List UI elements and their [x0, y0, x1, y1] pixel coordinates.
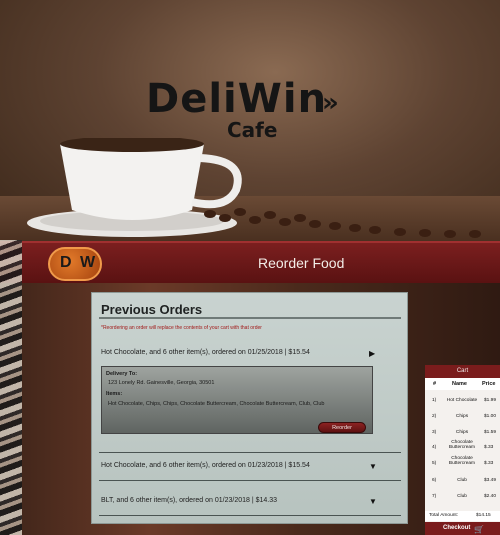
order-summary: Hot Chocolate, and 6 other item(s), orde… — [101, 349, 310, 356]
order-row[interactable]: Hot Chocolate, and 6 other item(s), orde… — [92, 343, 409, 365]
items-list: Hot Chocolate, Chips, Chips, Chocolate B… — [108, 401, 325, 407]
delivery-label: Delivery To: — [106, 371, 138, 377]
cart-item-price: $.33 — [484, 445, 494, 450]
order-detail-box: Delivery To: 123 Lonely Rd. Gainesville,… — [101, 366, 373, 434]
cart-item-name: Chocolate Buttercream — [448, 456, 476, 466]
cart-item[interactable]: 1) Hot Chocolate $1.99 — [425, 393, 500, 409]
cart-column-headers: # Name Price — [425, 378, 500, 390]
delivery-address: 123 Lonely Rd. Gainesville, Georgia, 305… — [108, 380, 215, 386]
cart-item-num: 7) — [432, 494, 437, 499]
cart-item-name: Chips — [455, 430, 469, 435]
col-price: Price — [482, 381, 496, 387]
cart-item-name: Chips — [455, 414, 469, 419]
panel-divider — [99, 317, 401, 319]
coffee-beans-image — [204, 208, 481, 238]
cart-panel: Cart # Name Price 1) Hot Chocolate $1.99… — [425, 365, 500, 535]
cart-icon: 🛒 — [474, 525, 484, 534]
page-title: Reorder Food — [258, 255, 345, 271]
order-row[interactable]: Hot Chocolate, and 6 other item(s), orde… — [92, 456, 409, 478]
cart-item-num: 4) — [432, 445, 437, 450]
collapse-arrow-icon[interactable]: ▼ — [369, 497, 377, 506]
col-name: Name — [452, 381, 467, 387]
items-label: Items: — [106, 391, 123, 397]
cart-item-price: $1.99 — [484, 398, 497, 403]
page-header-bar: D W Reorder Food — [0, 241, 500, 283]
cart-item-num: 6) — [432, 478, 437, 483]
badge-letter-left: D — [60, 254, 72, 271]
cart-item-num: 3) — [432, 430, 437, 435]
previous-orders-panel: Previous Orders *Reordering an order wil… — [91, 292, 408, 524]
cart-item-name: Hot Chocolate — [446, 398, 478, 403]
cart-item-price: $.33 — [484, 461, 494, 466]
cart-item[interactable]: 4) Chocolate Buttercream $.33 — [425, 439, 500, 455]
brand-chevron-icon: » — [322, 88, 339, 118]
checkout-button[interactable]: Checkout 🛒 — [425, 522, 500, 535]
reorder-button[interactable]: Reorder — [318, 422, 366, 433]
cart-item-price: $1.00 — [484, 414, 497, 419]
order-row[interactable]: BLT, and 6 other item(s), ordered on 01/… — [92, 491, 409, 513]
cart-item[interactable]: 5) Chocolate Buttercream $.33 — [425, 455, 500, 471]
cart-item-name: Club — [457, 478, 467, 483]
order-divider — [99, 452, 401, 453]
hero-banner: DeliWin » Cafe — [0, 0, 500, 241]
collapse-arrow-icon[interactable]: ▼ — [369, 462, 377, 471]
logo-badge[interactable]: D W — [48, 247, 102, 281]
order-divider — [99, 480, 401, 481]
cart-item-num: 2) — [432, 414, 437, 419]
brand-name: DeliWin — [146, 76, 328, 122]
order-divider — [99, 515, 401, 516]
checkout-label: Checkout — [443, 525, 471, 531]
cart-item[interactable]: 7) Club $2.40 — [425, 489, 500, 505]
order-summary: BLT, and 6 other item(s), ordered on 01/… — [101, 497, 278, 504]
cart-item-num: 5) — [432, 461, 437, 466]
cart-total-row: Total Amount: $14.15 — [425, 511, 500, 521]
brand-subtitle: Cafe — [227, 118, 278, 142]
expand-arrow-icon[interactable]: ▶ — [369, 349, 375, 358]
cart-item[interactable]: 6) Club $3.49 — [425, 473, 500, 489]
cart-item[interactable]: 2) Chips $1.00 — [425, 409, 500, 425]
cart-item-name: Chocolate Buttercream — [448, 440, 476, 450]
reorder-warning: *Reordering an order will replace the co… — [101, 325, 262, 331]
floral-decoration — [0, 240, 22, 535]
cart-item-price: $1.59 — [484, 430, 497, 435]
cart-item-price: $2.40 — [484, 494, 497, 499]
col-number: # — [433, 381, 437, 387]
cart-item-num: 1) — [432, 398, 437, 403]
badge-letter-right: W — [80, 254, 96, 271]
cart-item-name: Club — [457, 494, 467, 499]
cart-item-price: $3.49 — [484, 478, 497, 483]
panel-title: Previous Orders — [101, 302, 203, 317]
cart-title: Cart — [425, 365, 500, 378]
order-summary: Hot Chocolate, and 6 other item(s), orde… — [101, 462, 310, 469]
total-label: Total Amount: — [429, 513, 459, 518]
total-value: $14.15 — [476, 513, 491, 518]
